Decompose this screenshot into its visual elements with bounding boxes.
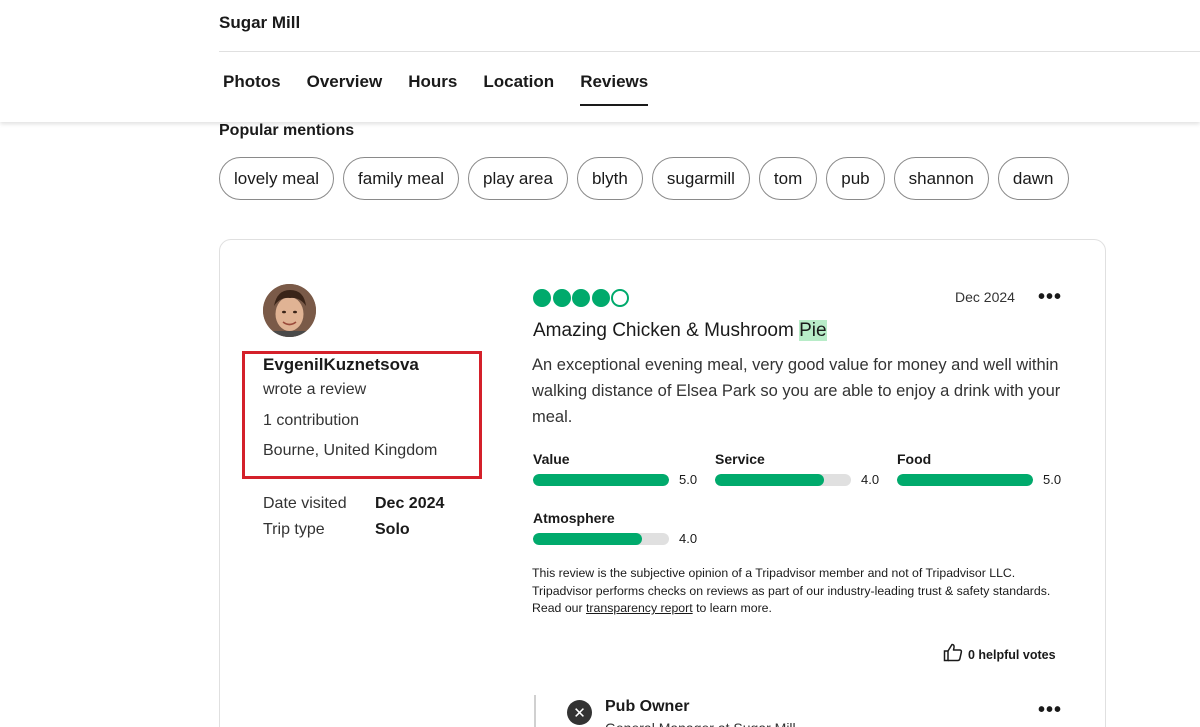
mention-chip-lovely-meal[interactable]: lovely meal: [219, 157, 335, 200]
sub-rating-score: 4.0: [861, 472, 880, 487]
tab-location[interactable]: Location: [483, 72, 554, 106]
owner-avatar-icon: ✕: [567, 700, 592, 725]
tab-reviews[interactable]: Reviews: [580, 72, 649, 106]
sub-rating-label: Service: [715, 451, 765, 467]
helpful-votes-button[interactable]: 0 helpful votes: [943, 643, 1056, 667]
rating-bubble-filled: [552, 289, 571, 307]
transparency-report-link[interactable]: transparency report: [586, 601, 693, 615]
sub-rating-bar-fill: [897, 473, 1033, 486]
sub-rating-atmosphere: Atmosphere 4.0: [533, 510, 703, 546]
tab-overview[interactable]: Overview: [307, 72, 383, 106]
more-dots-icon[interactable]: •••: [1038, 700, 1062, 720]
sub-rating-score: 4.0: [679, 531, 698, 546]
sub-rating-bar: [533, 473, 669, 486]
sub-rating-bar-fill: [533, 532, 642, 545]
rating-bubble-empty: [611, 289, 629, 307]
reviewer-name[interactable]: EvgenilKuznetsova: [263, 355, 419, 375]
sub-rating-score: 5.0: [679, 472, 698, 487]
mention-chips: lovely meal family meal play area blyth …: [219, 157, 1078, 200]
sub-rating-bar-fill: [533, 473, 669, 486]
sub-rating-value: Value 5.0: [533, 451, 703, 487]
review-title-text: Amazing Chicken & Mushroom: [533, 320, 800, 341]
helpful-votes-count: 0 helpful votes: [968, 648, 1056, 662]
reviewer-avatar[interactable]: [263, 284, 316, 337]
date-visited-label: Date visited: [263, 495, 347, 512]
mention-chip-play-area[interactable]: play area: [468, 157, 568, 200]
mention-chip-dawn[interactable]: dawn: [997, 157, 1069, 200]
review-disclaimer: This review is the subjective opinion of…: [532, 565, 1072, 618]
place-name: Sugar Mill: [219, 13, 301, 32]
sub-rating-label: Atmosphere: [533, 510, 615, 526]
reviewer-location: Bourne, United Kingdom: [263, 442, 438, 459]
owner-response-role: General Manager at Sugar Mill: [605, 720, 796, 727]
owner-response-name[interactable]: Pub Owner: [605, 698, 689, 716]
mention-chip-tom[interactable]: tom: [758, 157, 818, 200]
trip-type-value: Solo: [375, 521, 410, 538]
tab-photos[interactable]: Photos: [223, 72, 281, 106]
sub-rating-label: Value: [533, 451, 570, 467]
rating-bubble-filled: [533, 289, 551, 307]
rating-bubble-filled: [572, 289, 590, 307]
trip-type-label: Trip type: [263, 521, 325, 538]
disclaimer-text-end: to learn more.: [692, 601, 772, 615]
reviewer-contributions: 1 contribution: [263, 412, 360, 429]
sub-rating-bar: [533, 532, 669, 545]
popular-mentions-title: Popular mentions: [219, 122, 355, 139]
sub-rating-label: Food: [897, 451, 932, 467]
sub-rating-bar: [897, 473, 1033, 486]
mention-chip-blyth[interactable]: blyth: [576, 157, 643, 200]
mention-chip-sugarmill[interactable]: sugarmill: [651, 157, 750, 200]
section-tabs: Photos Overview Hours Location Reviews: [223, 72, 674, 106]
owner-response-divider: [534, 695, 536, 727]
sub-rating-score: 5.0: [1043, 472, 1062, 487]
reviewer-action: wrote a review: [263, 381, 367, 398]
review-body: An exceptional evening meal, very good v…: [532, 356, 1061, 426]
page-header: Sugar Mill Photos Overview Hours Locatio…: [0, 0, 1200, 122]
sub-rating-food: Food 5.0: [897, 451, 1067, 487]
sub-rating-service: Service 4.0: [715, 451, 885, 487]
mention-chip-shannon[interactable]: shannon: [893, 157, 989, 200]
review-title[interactable]: Amazing Chicken & Mushroom Pie: [533, 320, 827, 342]
review-bubble-rating: [533, 289, 631, 307]
date-visited-value: Dec 2024: [375, 495, 445, 512]
sub-rating-bar-fill: [715, 473, 824, 486]
rating-bubble-filled: [591, 289, 610, 307]
thumbs-up-icon: [943, 643, 963, 667]
review-date: Dec 2024: [955, 289, 1015, 305]
sub-rating-bar: [715, 473, 851, 486]
header-divider: [219, 51, 1200, 52]
tab-hours[interactable]: Hours: [408, 72, 457, 106]
review-title-highlight: Pie: [799, 320, 827, 341]
mention-chip-family-meal[interactable]: family meal: [343, 157, 460, 200]
more-dots-icon[interactable]: •••: [1038, 287, 1062, 307]
mention-chip-pub[interactable]: pub: [826, 157, 885, 200]
